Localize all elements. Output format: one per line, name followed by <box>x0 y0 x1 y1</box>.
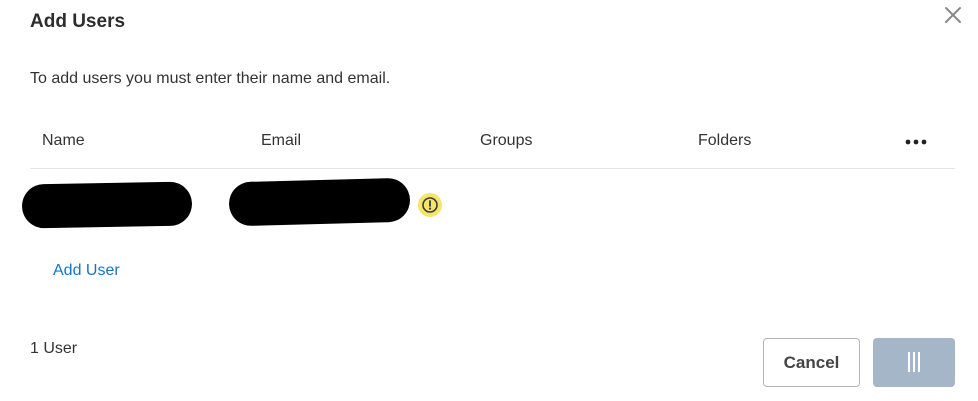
column-header-email: Email <box>261 132 302 149</box>
close-icon <box>945 7 961 23</box>
warning-icon[interactable] <box>418 193 442 217</box>
submit-button[interactable] <box>873 338 955 387</box>
close-button[interactable] <box>942 4 964 26</box>
instructions-text: To add users you must enter their name a… <box>30 70 391 87</box>
column-header-name: Name <box>42 132 85 149</box>
dialog-title: Add Users <box>30 11 126 32</box>
table-row <box>20 177 955 234</box>
add-users-dialog: Add Users To add users you must enter th… <box>0 0 978 401</box>
column-header-groups: Groups <box>480 132 533 149</box>
redacted-name-field[interactable] <box>21 181 193 229</box>
redacted-email-field[interactable] <box>228 177 411 227</box>
users-table-header: Name Email Groups Folders <box>30 122 955 169</box>
column-header-folders: Folders <box>698 132 752 149</box>
user-count: 1 User <box>30 340 78 357</box>
add-user-link[interactable]: Add User <box>53 262 120 280</box>
cancel-button[interactable]: Cancel <box>763 338 860 387</box>
more-horizontal-icon <box>905 139 927 145</box>
more-options-button[interactable] <box>900 130 932 154</box>
loading-bars-icon <box>908 352 920 372</box>
